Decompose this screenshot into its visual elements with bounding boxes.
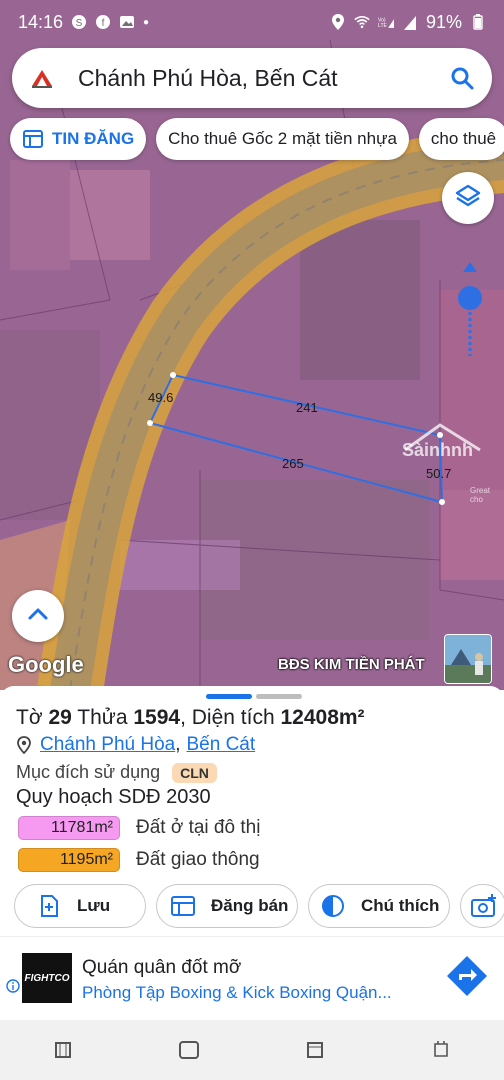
- post-listing-button[interactable]: Đăng bán: [156, 884, 298, 928]
- ad-info-icon[interactable]: [6, 979, 20, 993]
- gallery-icon: [119, 14, 135, 30]
- parcel-location: Chánh Phú Hòa, Bến Cát: [16, 734, 255, 756]
- svg-text:LTE: LTE: [378, 23, 388, 29]
- back-icon[interactable]: [303, 1038, 327, 1062]
- status-right: Vo) LTE 91%: [330, 12, 486, 33]
- area-label: , Diện tích: [180, 706, 275, 729]
- keyboard-toggle-icon[interactable]: [429, 1038, 453, 1062]
- add-photo-button[interactable]: [460, 884, 504, 928]
- layers-icon: [454, 182, 482, 215]
- ad-directions-button[interactable]: [444, 955, 490, 1001]
- app-logo-icon[interactable]: [28, 64, 56, 92]
- ward-link[interactable]: Chánh Phú Hòa: [40, 734, 175, 756]
- ad-title[interactable]: Quán quân đốt mỡ: [82, 957, 241, 979]
- plan-area-road: 1195m²: [18, 848, 120, 872]
- google-logo: Google: [8, 652, 84, 677]
- chip-listings-label: TIN ĐĂNG: [52, 129, 135, 148]
- battery-level: 91%: [425, 11, 462, 32]
- search-input[interactable]: Chánh Phú Hòa, Bến Cát: [78, 65, 448, 92]
- street-thumbnail[interactable]: [444, 634, 492, 684]
- add-photo-icon: [471, 894, 496, 918]
- parcel-area: 12408m²: [280, 706, 365, 729]
- dot-icon: ●: [143, 16, 150, 28]
- location-separator: ,: [175, 734, 181, 755]
- layers-button[interactable]: [442, 172, 494, 224]
- save-label: Lưu: [77, 896, 111, 915]
- chip-rental-corner[interactable]: Cho thuê Gốc 2 mặt tiền nhựa: [156, 118, 409, 160]
- shopee-icon: S: [71, 14, 87, 30]
- expand-up-button[interactable]: [12, 590, 64, 642]
- battery-icon: [470, 14, 486, 30]
- sheet-label: Tờ: [16, 706, 43, 729]
- directions-icon: [445, 954, 489, 1003]
- system-nav-bar: [0, 1020, 504, 1080]
- search-icon[interactable]: [448, 64, 476, 92]
- usage-label: Mục đích sử dụng: [16, 762, 161, 782]
- plan-area-residential: 11781m²: [18, 816, 120, 840]
- listing-icon: [22, 128, 44, 150]
- sheet-page-inactive[interactable]: [256, 694, 302, 699]
- home-icon[interactable]: [177, 1038, 201, 1062]
- logo-watermark: Sàinhnh: [402, 440, 473, 460]
- filter-chips: TIN ĐĂNG Cho thuê Gốc 2 mặt tiền nhựa ch…: [10, 118, 504, 162]
- legend-button[interactable]: Chú thích: [308, 884, 450, 928]
- parcel-info-sheet[interactable]: Tờ 29 Thửa 1594, Diện tích 12408m² Chánh…: [0, 686, 504, 936]
- legend-icon: [321, 894, 345, 918]
- listing-icon: [171, 894, 195, 918]
- recents-icon[interactable]: [51, 1038, 75, 1062]
- plan-label-residential: Đất ở tại đô thị: [136, 817, 261, 838]
- status-time: 14:16: [18, 11, 64, 32]
- location-icon: [330, 14, 346, 30]
- chip-rental[interactable]: cho thuê: [418, 118, 504, 160]
- dimension-right: 50.7: [426, 466, 452, 481]
- plan-title: Quy hoạch SDĐ 2030: [16, 786, 211, 808]
- ad-subtitle[interactable]: Phòng Tập Boxing & Kick Boxing Quận...: [82, 983, 392, 1003]
- svg-text:S: S: [76, 18, 83, 29]
- ad-banner[interactable]: FIGHTCO Quán quân đốt mỡ Phòng Tập Boxin…: [0, 936, 504, 1020]
- ad-logo: FIGHTCO: [22, 953, 72, 1003]
- dimension-bottom: 265: [282, 456, 304, 471]
- status-left: 14:16 S f ●: [18, 12, 149, 33]
- agency-watermark: BĐS KIM TIỀN PHÁT: [278, 656, 425, 673]
- dimension-left: 49.6: [148, 390, 174, 405]
- sheet-number: 29: [48, 706, 72, 729]
- logo-watermark-sub: Great cho: [470, 486, 491, 504]
- usage-code-badge[interactable]: CLN: [172, 762, 217, 783]
- chip-rental-label: cho thuê: [430, 129, 497, 148]
- plan-item-road[interactable]: 1195m² Đất giao thông: [18, 848, 260, 872]
- chip-listings[interactable]: TIN ĐĂNG: [10, 118, 147, 160]
- opacity-slider[interactable]: [457, 262, 483, 358]
- svg-text:f: f: [102, 18, 105, 29]
- post-listing-label: Đăng bán: [211, 896, 289, 915]
- signal-icon: [402, 14, 418, 30]
- save-add-icon: [37, 894, 61, 918]
- sheet-page-active[interactable]: [206, 694, 252, 699]
- chevron-up-icon: [27, 607, 49, 626]
- location-pin-icon: [16, 736, 32, 755]
- facebook-icon: f: [95, 14, 111, 30]
- status-bar: 14:16 S f ● Vo) LTE 91%: [0, 0, 504, 44]
- wifi-icon: [354, 14, 370, 30]
- plan-label-road: Đất giao thông: [136, 849, 260, 870]
- chip-rental-corner-label: Cho thuê Gốc 2 mặt tiền nhựa: [168, 129, 397, 148]
- lot-label: Thửa: [77, 706, 128, 729]
- district-link[interactable]: Bến Cát: [187, 734, 256, 756]
- save-button[interactable]: Lưu: [14, 884, 146, 928]
- legend-label: Chú thích: [361, 896, 440, 915]
- plan-item-residential[interactable]: 11781m² Đất ở tại đô thị: [18, 816, 260, 840]
- svg-text:Vo): Vo): [378, 17, 386, 23]
- lte-signal-icon: Vo) LTE: [378, 14, 394, 30]
- dimension-top: 241: [296, 400, 318, 415]
- search-box[interactable]: Chánh Phú Hòa, Bến Cát: [12, 48, 492, 108]
- lot-number: 1594: [133, 706, 181, 729]
- usage-row: Mục đích sử dụng CLN: [16, 762, 217, 783]
- parcel-title: Tờ 29 Thửa 1594, Diện tích 12408m²: [16, 706, 365, 730]
- sheet-handle[interactable]: [206, 694, 302, 699]
- action-buttons: Lưu Đăng bán Chú thích: [14, 884, 504, 928]
